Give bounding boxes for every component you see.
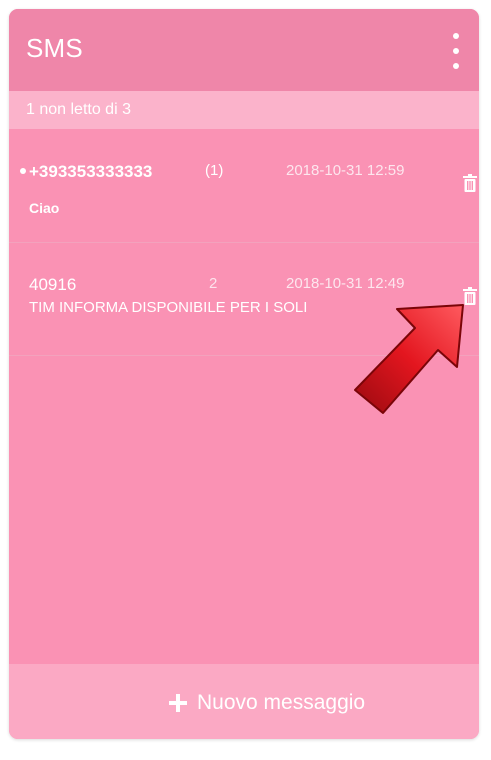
new-message-label: Nuovo messaggio (197, 691, 366, 714)
trash-icon[interactable] (463, 174, 477, 192)
plus-icon (169, 694, 187, 712)
more-options-button[interactable] (445, 31, 467, 71)
card-title: SMS (26, 33, 83, 63)
new-message-button[interactable]: Nuovo messaggio (169, 688, 365, 718)
red-arrow-icon (354, 304, 464, 414)
unread-summary: 1 non letto di 3 (26, 101, 131, 118)
vertical-dots-icon (453, 63, 459, 69)
message-count: (1) (205, 162, 224, 179)
unread-summary-bar: 1 non letto di 3 (9, 91, 479, 129)
message-sender: 40916 (29, 275, 77, 294)
message-count: 2 (209, 275, 218, 292)
unread-dot-icon (20, 168, 26, 174)
message-time: 2018-10-31 12:49 (286, 275, 405, 292)
card-footer: Nuovo messaggio (9, 664, 479, 739)
message-item[interactable]: +393353333333 (1) 2018-10-31 12:59 Ciao (9, 130, 479, 243)
message-preview: Ciao (29, 200, 60, 216)
message-preview: TIM INFORMA DISPONIBILE PER I SOLI (29, 299, 308, 316)
vertical-dots-icon (453, 33, 459, 39)
card-header: SMS (9, 9, 479, 91)
message-sender: +393353333333 (29, 162, 153, 181)
vertical-dots-icon (453, 48, 459, 54)
message-time: 2018-10-31 12:59 (286, 162, 405, 179)
